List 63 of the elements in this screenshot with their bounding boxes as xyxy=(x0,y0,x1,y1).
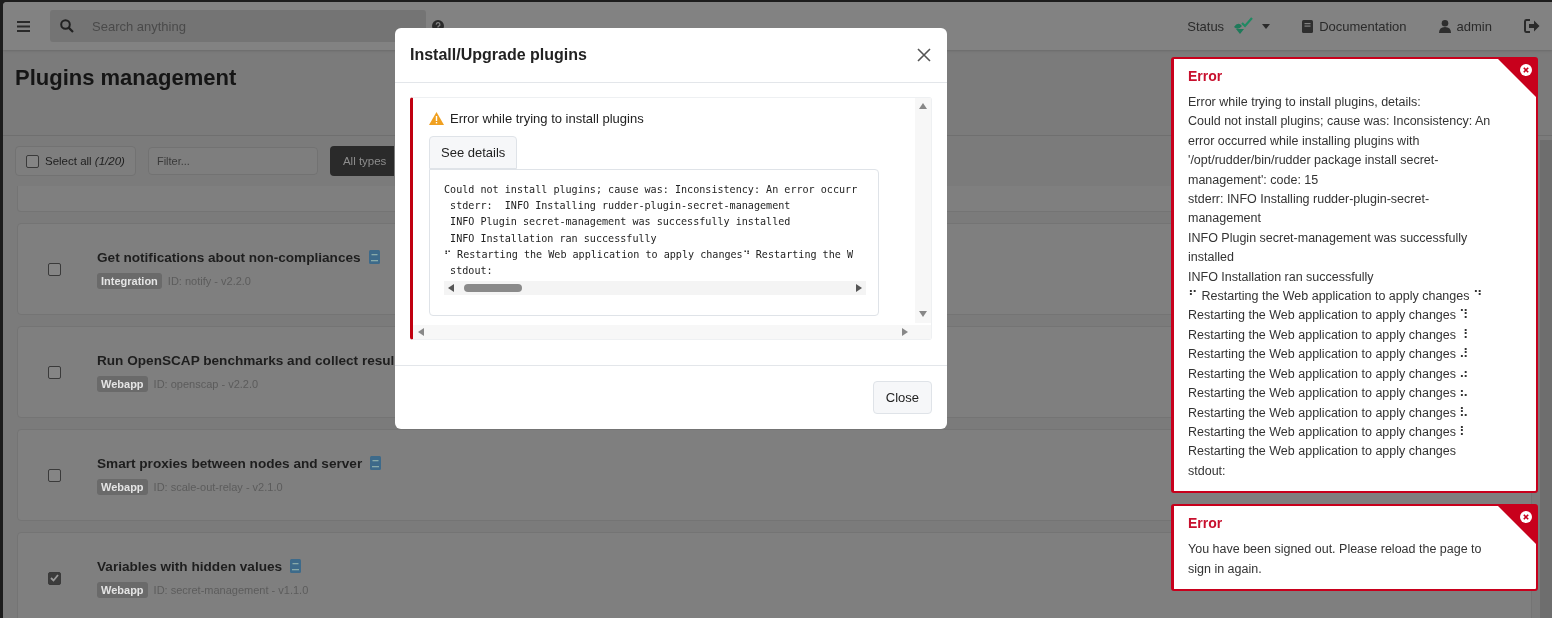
toast-title: Error xyxy=(1188,515,1224,532)
log-line: ⠋ Restarting the Web application to apply changes⠙ Restarting the W xyxy=(444,247,854,262)
log-line: INFO Plugin secret-management was successfully installed xyxy=(449,215,792,230)
toast-message: Restarting the Web application to apply changes ⠧ xyxy=(1188,404,1471,422)
plugin-checkbox[interactable] xyxy=(48,365,61,379)
toast-message: ⠋ Restarting the Web application to apply changes ⠙ xyxy=(1188,288,1484,306)
user-icon xyxy=(1438,19,1451,33)
filter-field[interactable]: Filter... xyxy=(147,147,318,175)
toast-message: Restarting the Web application to apply changes ⠼ xyxy=(1188,346,1471,364)
toast-message: Restarting the Web application to apply changes ⠸ xyxy=(1188,326,1471,344)
documentation-icon[interactable] xyxy=(290,559,302,573)
close-corner-icon[interactable] xyxy=(1498,506,1536,545)
plugin-checkbox[interactable] xyxy=(48,262,61,276)
plugin-name: Get notifications about non-compliances xyxy=(97,249,361,265)
page-title: Plugins management xyxy=(15,64,237,91)
plugin-checkbox[interactable] xyxy=(48,468,61,482)
log-line: Could not install plugins; cause was: Inconsistency: An error occurr xyxy=(444,183,859,197)
toast-message: Restarting the Web application to apply changes xyxy=(1188,443,1457,461)
status-menu[interactable]: Status xyxy=(1187,18,1225,34)
plugin-type-badge: Webapp xyxy=(97,581,148,598)
plugin-type-badge: Webapp xyxy=(97,375,148,392)
close-button[interactable]: Close xyxy=(872,381,932,414)
log-line: INFO Installation ran successfully xyxy=(449,231,658,246)
toast-message: INFO Installation ran successfully xyxy=(1188,268,1375,286)
search-icon xyxy=(60,19,74,33)
horizontal-scrollbar[interactable] xyxy=(444,281,866,296)
search-button[interactable] xyxy=(50,10,88,42)
documentation-link[interactable]: Documentation xyxy=(1319,18,1407,34)
caret-icon[interactable] xyxy=(1262,23,1271,29)
type-filter-button[interactable]: All types xyxy=(329,146,395,176)
close-button[interactable] xyxy=(915,46,933,64)
log-line: stderr: INFO Installing rudder-plugin-secret-management xyxy=(449,199,792,214)
user-menu[interactable]: admin xyxy=(1456,18,1492,34)
error-message: Error while trying to install plugins xyxy=(450,110,644,126)
vertical-scrollbar[interactable] xyxy=(915,98,931,323)
plugin-name: Run OpenSCAP benchmarks and collect resul xyxy=(97,352,395,368)
dialog-title: Install/Upgrade plugins xyxy=(410,46,587,64)
toast-title: Error xyxy=(1188,68,1224,84)
plugin-name: Smart proxies between nodes and server xyxy=(97,455,363,471)
horizontal-scrollbar[interactable] xyxy=(413,325,931,339)
select-all-checkbox[interactable]: Select all (1/20) xyxy=(15,146,136,176)
toast-message: stderr: INFO Installing rudder-plugin-secret-management xyxy=(1188,191,1431,228)
documentation-icon[interactable] xyxy=(370,456,382,470)
toast-message: Restarting the Web application to apply changes ⠹ xyxy=(1188,307,1471,325)
menu-icon[interactable] xyxy=(17,20,30,32)
toast-message: Restarting the Web application to apply changes ⠴ xyxy=(1188,365,1471,383)
warning-icon xyxy=(429,111,444,125)
close-corner-icon[interactable] xyxy=(1498,59,1536,97)
plugin-type-badge: Integration xyxy=(97,272,162,289)
plugin-type-badge: Webapp xyxy=(97,478,148,495)
book-icon xyxy=(1302,19,1314,33)
log-line: stdout: xyxy=(449,264,494,278)
toast-message: INFO Plugin secret-management was successfully installed xyxy=(1188,229,1469,267)
toast-message: stdout: xyxy=(1188,462,1227,480)
plugin-checkbox[interactable] xyxy=(48,571,61,585)
plugin-name: Variables with hidden values xyxy=(97,558,283,574)
toast-message: Restarting the Web application to apply changes ⠦ xyxy=(1188,385,1471,403)
logout-icon[interactable] xyxy=(1524,19,1540,33)
toast-message: Error while trying to install plugins, details: xyxy=(1188,94,1422,111)
toast-message: Restarting the Web application to apply changes ⠇ xyxy=(1188,423,1471,441)
toast-message: You have been signed out. Please reload the page to sign in again. xyxy=(1188,541,1483,578)
see-details-button[interactable]: See details xyxy=(429,136,518,169)
documentation-icon[interactable] xyxy=(368,250,380,264)
